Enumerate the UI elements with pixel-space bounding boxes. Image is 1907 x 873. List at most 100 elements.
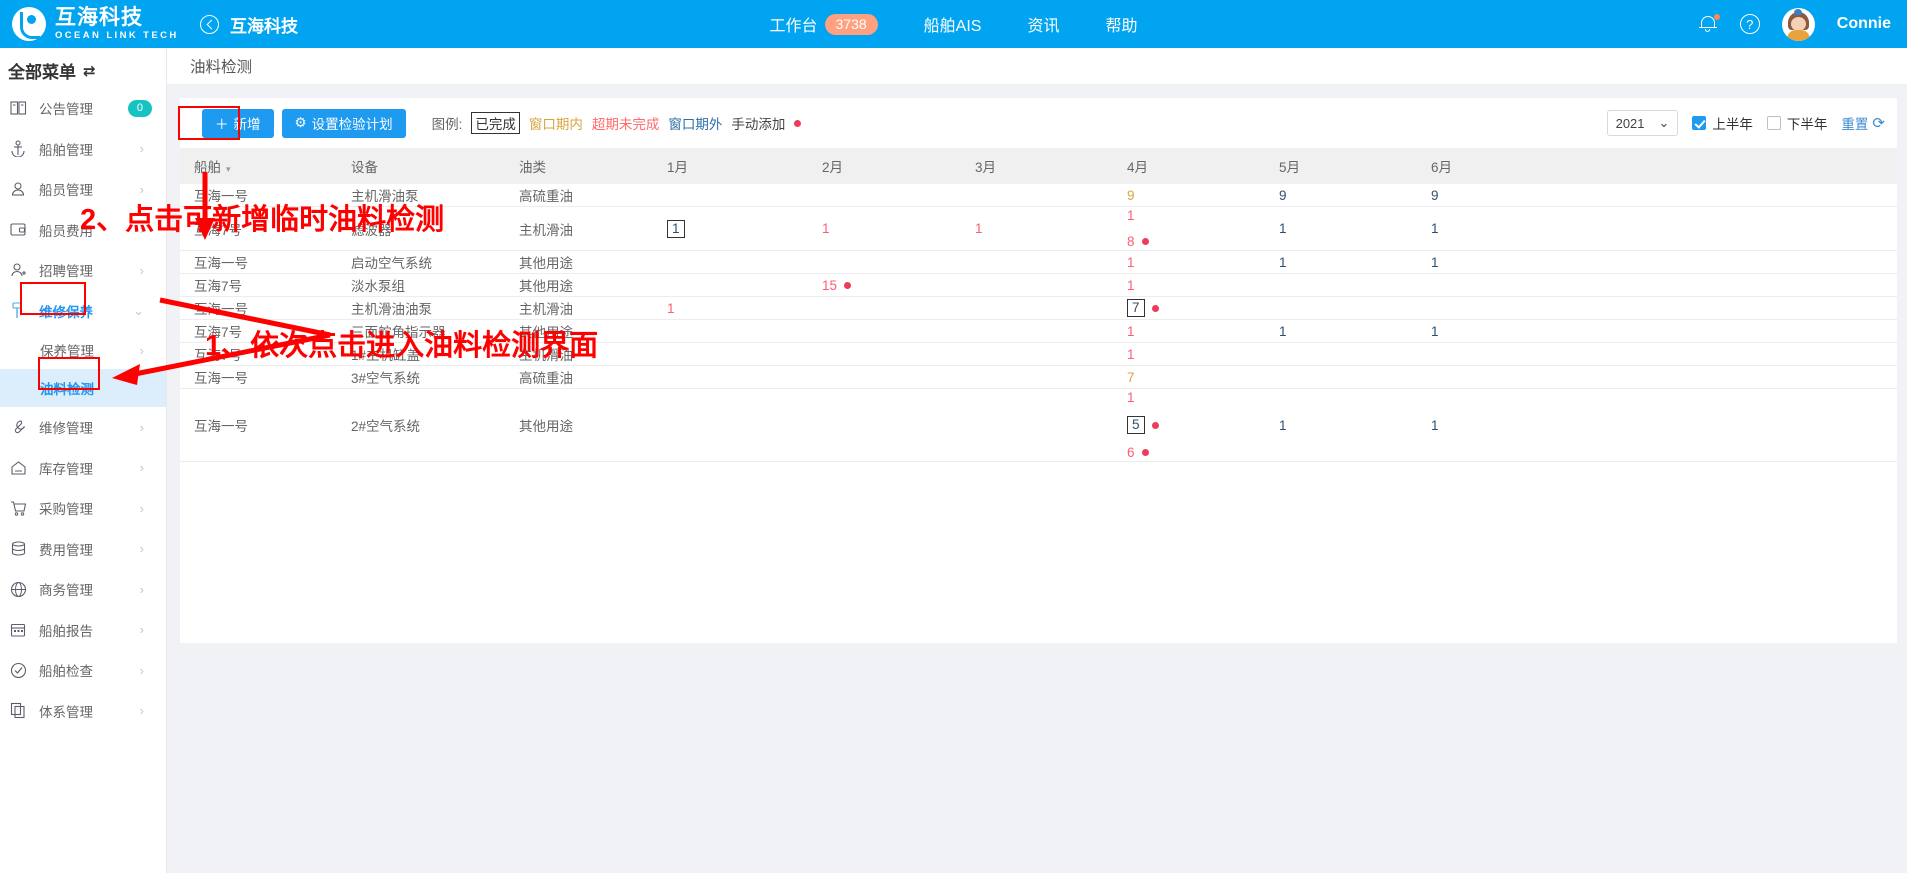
month-value[interactable]: 7 [1127, 370, 1135, 385]
month-value[interactable]: 1 [1431, 255, 1439, 270]
nav-item-ais[interactable]: 船舶AIS [924, 12, 982, 36]
sidebar-item-crew[interactable]: 船员管理 › [0, 169, 166, 210]
cell-month-3[interactable] [961, 273, 1113, 297]
table-row[interactable]: 互海7号 1#主机缸盖 主机滑油 1 [180, 342, 1897, 366]
cell-month-2[interactable] [808, 296, 961, 320]
cell-month-6[interactable] [1417, 296, 1897, 320]
cell-month-1[interactable]: 1 [653, 296, 808, 320]
cell-month-3[interactable]: 1 [961, 206, 1113, 251]
month-value[interactable]: 1 [975, 221, 983, 236]
month-value[interactable]: 1 [1279, 324, 1287, 339]
cell-month-5[interactable] [1265, 273, 1417, 297]
sidebar-item-system[interactable]: 体系管理 › [0, 691, 166, 732]
checkbox-box[interactable] [1766, 116, 1781, 130]
all-menu-title[interactable]: 全部菜单 ⇄ [0, 53, 166, 88]
cell-month-5[interactable]: 1 [1265, 206, 1417, 251]
col-ship[interactable]: 船舶 ▾ [180, 148, 337, 184]
month-value[interactable]: 1 [1127, 390, 1135, 405]
month-value[interactable]: 1 [1431, 221, 1439, 236]
cell-month-2[interactable]: 15 [808, 273, 961, 297]
cell-month-4[interactable]: 1 [1113, 250, 1265, 274]
month-value[interactable]: 1 [1279, 255, 1287, 270]
cell-month-5[interactable]: 1 [1265, 388, 1417, 462]
table-row[interactable]: 互海一号 启动空气系统 其他用途 1 1 1 [180, 250, 1897, 274]
month-value[interactable]: 7 [1127, 299, 1159, 317]
add-button[interactable]: ＋ 新增 [202, 108, 274, 138]
cell-month-6[interactable] [1417, 365, 1897, 389]
cell-month-6[interactable]: 9 [1417, 184, 1897, 207]
table-row[interactable]: 互海7号 淡水泵组 其他用途 15 1 [180, 273, 1897, 297]
month-value[interactable]: 1 [667, 219, 685, 238]
back-navigation[interactable]: 互海科技 [200, 12, 298, 37]
month-value[interactable]: 1 [1127, 255, 1135, 270]
sidebar-item-maintenance-plan[interactable]: 保养管理 › [0, 331, 166, 369]
month-value-number[interactable]: 1 [1127, 347, 1135, 362]
month-value[interactable]: 1 [1127, 208, 1135, 223]
cell-month-2[interactable] [808, 319, 961, 343]
month-value-number[interactable]: 1 [1127, 324, 1135, 339]
month-value[interactable]: 1 [1127, 324, 1135, 339]
sidebar-item-crew-expenses[interactable]: 船员费用 › [0, 210, 166, 251]
table-row[interactable]: 互海7号 滤波器 主机滑油 1 1 1 1 8 1 1 [180, 206, 1897, 251]
month-value-number[interactable]: 9 [1431, 188, 1439, 203]
cell-month-1[interactable] [653, 184, 808, 207]
nav-item-workbench[interactable]: 工作台 3738 [770, 12, 878, 36]
avatar[interactable] [1781, 7, 1815, 41]
sidebar-item-purchasing[interactable]: 采购管理 › [0, 488, 166, 529]
month-value-number[interactable]: 1 [1279, 221, 1287, 236]
cell-month-6[interactable]: 1 [1417, 319, 1897, 343]
sidebar-item-maintenance[interactable]: 维修保养 ⌄ [0, 291, 166, 332]
month-value-number[interactable]: 1 [1127, 390, 1135, 405]
cell-month-1[interactable] [653, 388, 808, 462]
cell-month-5[interactable]: 1 [1265, 319, 1417, 343]
sidebar-item-recruitment[interactable]: 招聘管理 › [0, 250, 166, 291]
cell-month-5[interactable] [1265, 296, 1417, 320]
month-value-number[interactable]: 1 [1127, 278, 1135, 293]
sidebar-item-vessel-reports[interactable]: 船舶报告 › [0, 610, 166, 651]
month-value-number[interactable]: 1 [1431, 324, 1439, 339]
month-value-number[interactable]: 7 [1127, 299, 1145, 317]
month-value[interactable]: 15 [822, 278, 852, 293]
year-select[interactable]: 2021 ⌄ [1606, 110, 1679, 136]
cell-month-4[interactable]: 7 [1113, 296, 1265, 320]
cell-month-4[interactable]: 18 [1113, 206, 1265, 251]
month-value[interactable]: 1 [1431, 324, 1439, 339]
month-value[interactable]: 8 [1127, 234, 1149, 249]
sidebar-item-expenses[interactable]: 费用管理 › [0, 529, 166, 570]
month-value[interactable]: 1 [1279, 221, 1287, 236]
brand-logo[interactable]: 互海科技 OCEAN LINK TECH [0, 0, 190, 48]
sidebar-item-vessels[interactable]: 船舶管理 › [0, 129, 166, 170]
cell-month-1[interactable] [653, 342, 808, 366]
month-value-number[interactable]: 8 [1127, 234, 1135, 249]
cell-month-2[interactable] [808, 388, 961, 462]
cell-month-1[interactable] [653, 319, 808, 343]
refresh-icon[interactable]: ⟳ [1872, 114, 1885, 132]
month-value-number[interactable]: 1 [1431, 418, 1439, 433]
month-value[interactable]: 1 [667, 301, 675, 316]
sidebar-item-oil-test[interactable]: 油料检测 [0, 369, 166, 407]
month-value-number[interactable]: 9 [1127, 188, 1135, 203]
month-value[interactable]: 1 [1127, 278, 1135, 293]
second-half-checkbox[interactable]: 下半年 [1766, 113, 1827, 133]
cell-month-5[interactable]: 1 [1265, 250, 1417, 274]
cell-month-3[interactable] [961, 365, 1113, 389]
cell-month-4[interactable]: 1 5 6 [1113, 388, 1265, 462]
month-value[interactable]: 1 [1127, 347, 1135, 362]
cell-month-5[interactable] [1265, 365, 1417, 389]
month-value-number[interactable]: 1 [1279, 324, 1287, 339]
cell-month-1[interactable]: 1 [653, 206, 808, 251]
cell-month-3[interactable] [961, 388, 1113, 462]
cell-month-4[interactable]: 1 [1113, 273, 1265, 297]
month-value-number[interactable]: 1 [667, 301, 675, 316]
cell-month-5[interactable] [1265, 342, 1417, 366]
cell-month-6[interactable]: 1 [1417, 206, 1897, 251]
month-value[interactable]: 9 [1127, 188, 1135, 203]
cell-month-3[interactable] [961, 250, 1113, 274]
cell-month-1[interactable] [653, 250, 808, 274]
cell-month-6[interactable] [1417, 342, 1897, 366]
cell-month-2[interactable] [808, 365, 961, 389]
month-value-number[interactable]: 1 [1431, 255, 1439, 270]
month-value-number[interactable]: 5 [1127, 416, 1145, 434]
cell-month-2[interactable] [808, 250, 961, 274]
cell-month-2[interactable] [808, 342, 961, 366]
